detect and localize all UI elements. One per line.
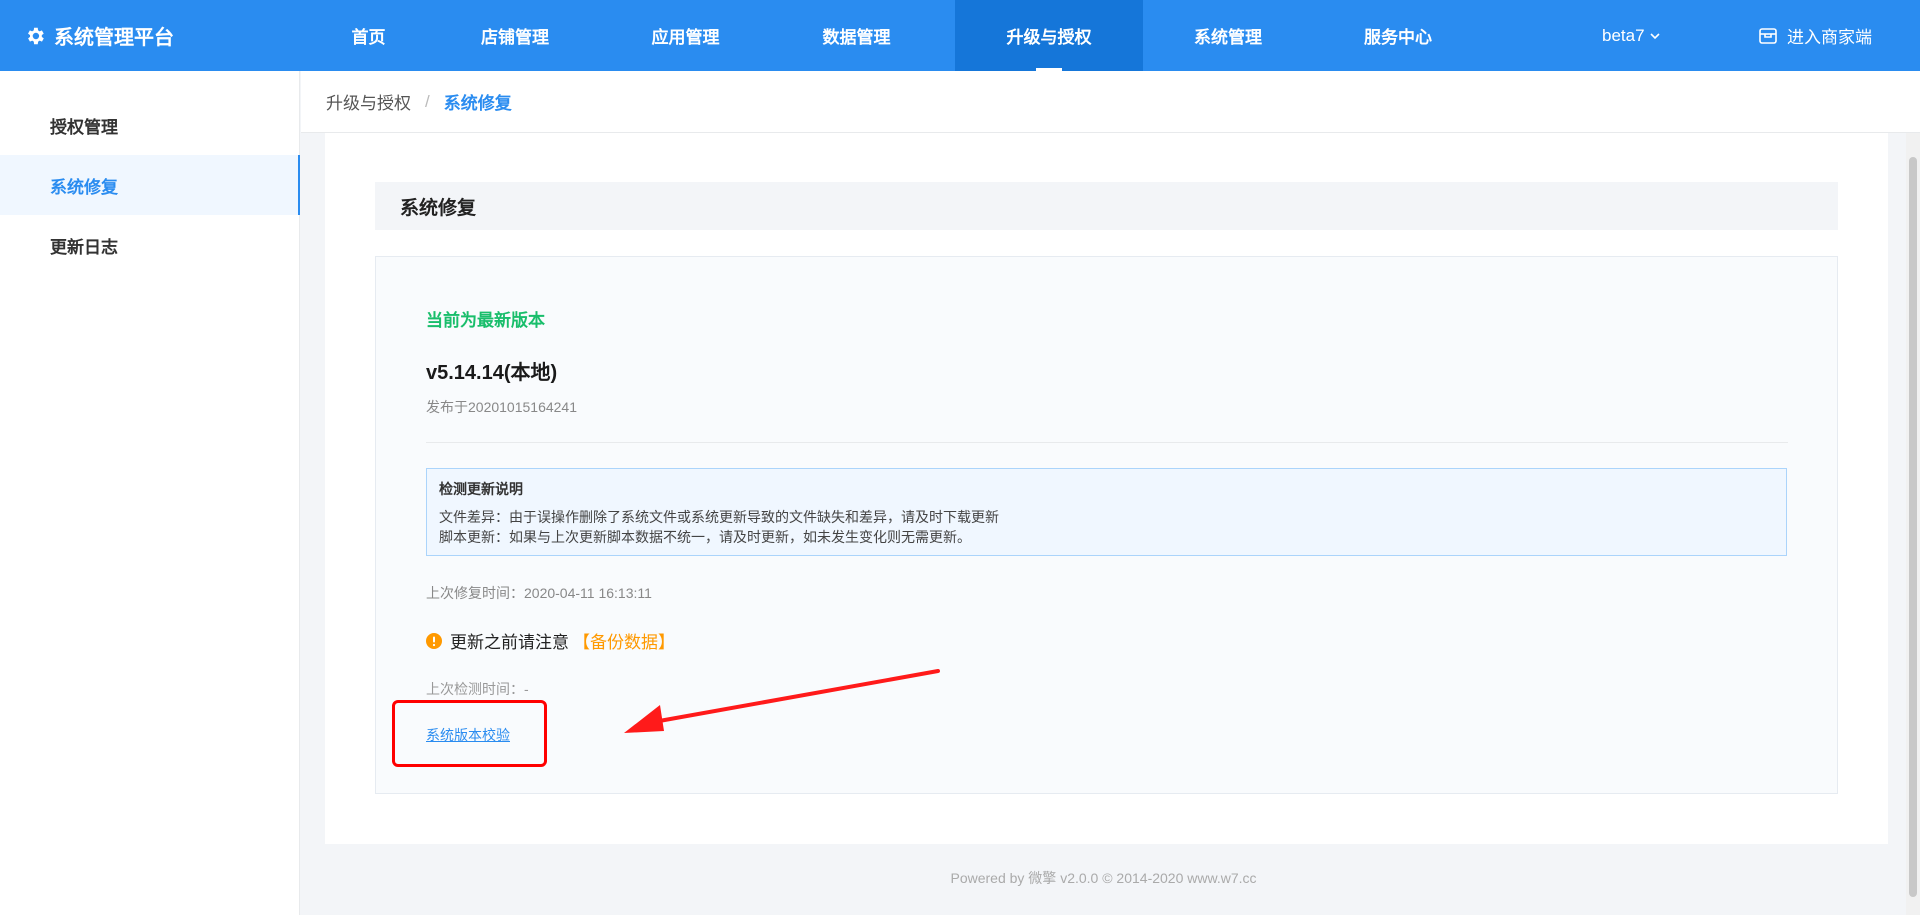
top-navbar: 系统管理平台 首页 店铺管理 应用管理 数据管理 升级与授权 系统管理 服务中心…: [0, 0, 1920, 71]
last-check-time: 上次检测时间：-: [426, 681, 529, 697]
backup-data-link[interactable]: 【备份数据】: [573, 628, 675, 653]
release-date: 发布于20201015164241: [426, 399, 578, 415]
scrollbar-thumb[interactable]: [1909, 157, 1917, 897]
breadcrumb-parent[interactable]: 升级与授权: [326, 89, 411, 114]
last-repair-time: 上次修复时间：2020-04-11 16:13:11: [426, 585, 652, 601]
footer: Powered by 微擎 v2.0.0 © 2014-2020 www.w7.…: [950, 870, 1257, 886]
version-number: v5.14.14(本地): [426, 362, 558, 384]
section-title: 系统修复: [375, 182, 1838, 230]
update-notice: 检测更新说明 文件差异：由于误操作删除了系统文件或系统更新导致的文件缺失和差异，…: [426, 468, 1787, 556]
breadcrumb: 升级与授权 / 系统修复: [301, 71, 1920, 133]
notice-line-scripts: 脚本更新：如果与上次更新脚本数据不统一，请及时更新，如未发生变化则无需更新。: [439, 529, 971, 545]
warning-text: 更新之前请注意: [450, 633, 569, 652]
gear-icon: [28, 27, 44, 44]
breadcrumb-current: 系统修复: [443, 94, 512, 113]
backup-warning: 更新之前请注意 【备份数据】: [426, 628, 675, 653]
notice-line-files: 文件差异：由于误操作删除了系统文件或系统更新导致的文件缺失和差异，请及时下载更新: [439, 509, 999, 525]
brand-title: 系统管理平台: [54, 27, 174, 49]
sidebar: 授权管理 系统修复 更新日志: [0, 71, 300, 915]
annotation-arrow-icon: [624, 669, 940, 733]
version-label: beta7: [1602, 25, 1645, 45]
sidebar-item-authorization[interactable]: 授权管理: [0, 95, 300, 155]
divider: [426, 442, 1788, 443]
enter-merchant-button[interactable]: 进入商家端: [1758, 0, 1872, 71]
nav-service-center[interactable]: 服务中心: [1313, 0, 1483, 71]
nav-data-management[interactable]: 数据管理: [758, 0, 955, 71]
sidebar-item-changelog[interactable]: 更新日志: [0, 215, 300, 275]
breadcrumb-separator: /: [425, 91, 430, 111]
store-icon: [1759, 27, 1777, 44]
nav-app-management[interactable]: 应用管理: [613, 0, 758, 71]
nav-home[interactable]: 首页: [320, 0, 417, 71]
sidebar-item-system-repair[interactable]: 系统修复: [0, 155, 300, 215]
enter-merchant-label: 进入商家端: [1787, 28, 1872, 47]
main-nav: 首页 店铺管理 应用管理 数据管理 升级与授权 系统管理 服务中心: [320, 0, 1483, 71]
page-scrollbar[interactable]: [1906, 133, 1920, 915]
chevron-down-icon: [1649, 32, 1660, 39]
annotation-highlight-box: [392, 700, 547, 767]
notice-title: 检测更新说明: [439, 481, 523, 497]
nav-upgrade-authorization[interactable]: 升级与授权: [955, 0, 1143, 71]
version-status: 当前为最新版本: [426, 311, 545, 330]
nav-shop-management[interactable]: 店铺管理: [417, 0, 613, 71]
brand[interactable]: 系统管理平台: [24, 0, 174, 71]
warning-icon: [426, 632, 442, 649]
nav-system-management[interactable]: 系统管理: [1143, 0, 1313, 71]
version-dropdown[interactable]: beta7: [1602, 0, 1661, 71]
